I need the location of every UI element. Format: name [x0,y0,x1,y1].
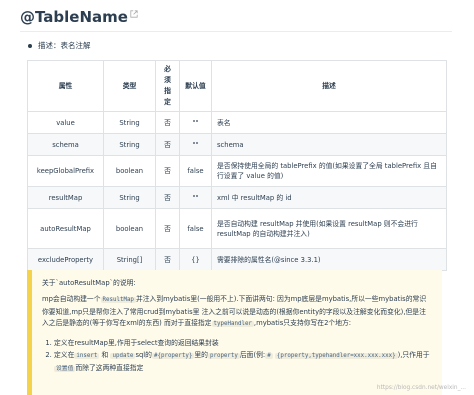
heading-divider [20,31,452,32]
cell-description: 是否保持使用全局的 tablePrefix 的值(如果设置了全局 tablePr… [211,155,447,187]
code-set-value: 设置值 [54,365,76,372]
cell-default: false [179,208,212,249]
table-header-row: 属性 类型 必须指定 默认值 描述 [27,60,447,112]
description-text: 描述：表名注解 [38,41,91,50]
cell-type: boolean [103,155,156,187]
code-resultmap: ResultMap [100,297,136,303]
tip-text: 后面(例: [239,350,266,359]
tip-list: 定义在resultMap里,作用于select查询的返回结果封装 定义在inse… [42,337,432,375]
cell-attribute: excludeProperty [27,248,104,271]
cell-required: 否 [155,111,180,134]
cell-type: String [103,186,156,209]
watermark: https://blog.csdn.net/weixin_... [376,385,466,391]
header-description: 描述 [211,60,447,112]
code-insert: insert [74,352,100,359]
cell-default: "" [179,133,212,156]
external-link-icon[interactable] [130,10,138,18]
table-row: excludeProperty String[] 否 {} 需要排除的属性名(@… [27,248,447,271]
table-row: keepGlobalPrefix boolean 否 false 是否保持使用全… [27,155,447,187]
tip-text: 而除了这两种直接指定 [75,363,144,372]
cell-description: 表名 [211,111,447,134]
tip-text: ),只作用于 [397,350,430,359]
page-heading: @TableName [20,8,138,26]
table-row: resultMap String 否 "" xml 中 resultMap 的 … [27,186,447,209]
attributes-table: 属性 类型 必须指定 默认值 描述 value String 否 "" 表名 s… [27,60,447,271]
code-property-placeholder: #{property} [151,352,195,359]
cell-description: 需要排除的属性名(@since 3.3.1) [211,248,447,271]
cell-type: String[] [103,248,156,271]
cell-type: String [103,133,156,156]
table-row: autoResultMap boolean 否 false 是否自动构建 res… [27,208,447,249]
tip-box: 关于`autoResultMap`的说明: mp会自动构建一个 ResultMap… [27,270,442,395]
tip-text: sql的 [135,350,152,359]
cell-default: false [179,155,212,187]
code-update: update [110,352,136,359]
header-type: 类型 [103,60,156,112]
list-item: 定义在insert 和 updatesql的#{property}里的prope… [54,349,432,375]
tip-title: 关于`autoResultMap`的说明: [42,279,136,287]
page-title: @TableName [20,8,128,26]
tip-text: 和 [101,350,109,359]
table-row: value String 否 "" 表名 [27,111,447,134]
cell-type: String [103,111,156,134]
tip-text: 里的 [194,350,208,359]
cell-default: {} [179,248,212,271]
description-item: 描述：表名注解 [28,40,91,51]
list-item: 定义在resultMap里,作用于select查询的返回结果封装 [54,337,432,349]
cell-required: 否 [155,133,180,156]
cell-type: boolean [103,208,156,249]
table-row: schema String 否 "" schema [27,133,447,156]
cell-attribute: schema [27,133,104,156]
cell-required: 否 [155,248,180,271]
code-typehandler: typeHandler [211,321,254,327]
cell-description: 是否自动构建 resultMap 并使用(如果设置 resultMap 则不会进… [211,208,447,249]
tip-text: mp会自动构建一个 [42,295,101,303]
cell-attribute: value [27,111,104,134]
cell-attribute: keepGlobalPrefix [27,155,104,187]
cell-description: schema [211,133,447,156]
tip-text: ,mybatis只支持你写在2个地方: [253,319,352,327]
cell-default: "" [179,111,212,134]
cell-attribute: autoResultMap [27,208,104,249]
cell-required: 否 [155,186,180,209]
code-hash: # [265,352,273,359]
header-attribute: 属性 [27,60,104,112]
cell-default: "" [179,186,212,209]
cell-required: 否 [155,155,180,187]
cell-required: 否 [155,208,180,249]
header-default: 默认值 [179,60,212,112]
cell-description: xml 中 resultMap 的 id [211,186,447,209]
bullet-dot [28,43,32,48]
cell-attribute: resultMap [27,186,104,209]
tip-text: 定义在 [54,350,75,359]
header-required: 必须指定 [155,60,180,112]
code-property: property [207,352,240,359]
tip-paragraph: mp会自动构建一个 ResultMap 并注入到mybatis里(一般用不上).下面… [42,294,432,331]
code-typehandler-example: {property,typehandler=xxx.xxx.xxx} [274,352,398,359]
